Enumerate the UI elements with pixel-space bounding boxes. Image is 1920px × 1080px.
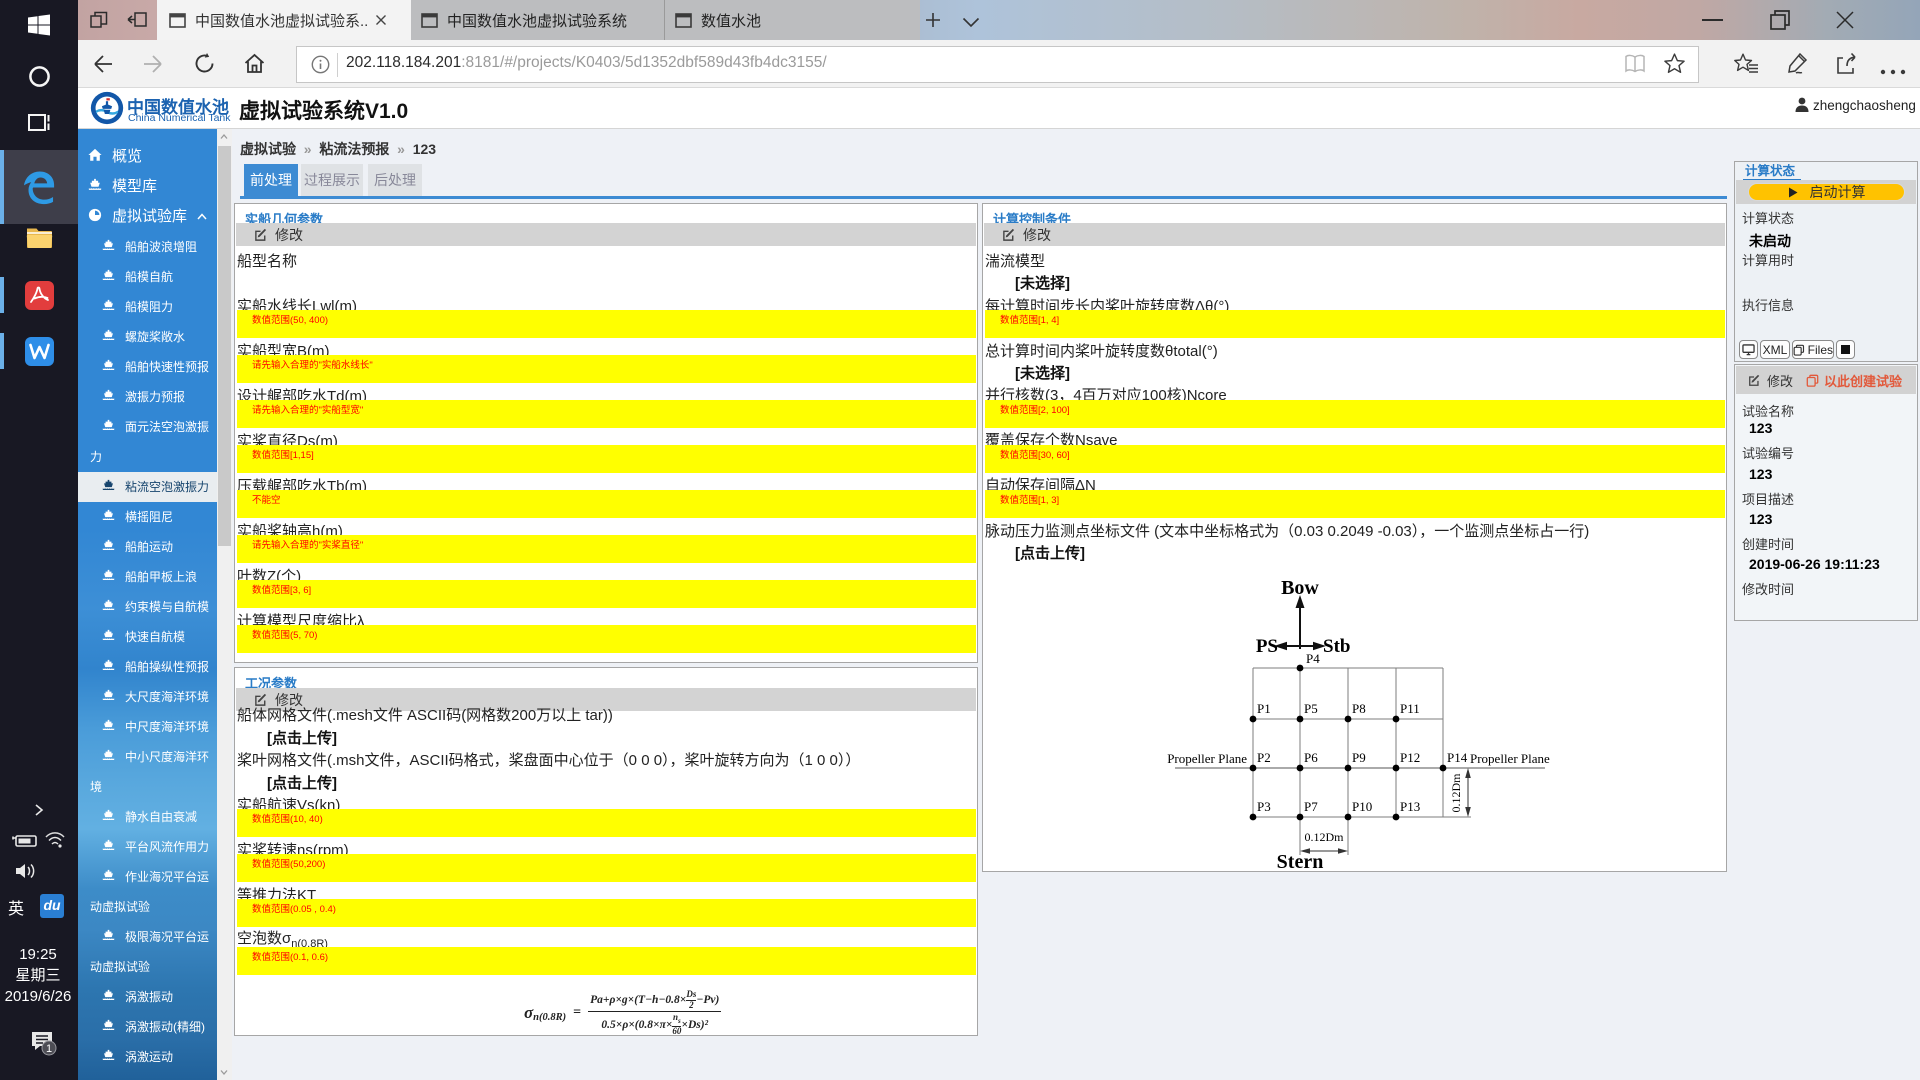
svg-text:Propeller Plane: Propeller Plane — [1470, 751, 1550, 766]
svg-text:0.12Dm: 0.12Dm — [1305, 830, 1345, 844]
svg-text:Propeller Plane: Propeller Plane — [1167, 751, 1247, 766]
svg-text:P13: P13 — [1400, 799, 1420, 814]
svg-text:P1: P1 — [1257, 701, 1271, 716]
svg-text:P10: P10 — [1352, 799, 1372, 814]
svg-text:P4: P4 — [1306, 651, 1320, 666]
svg-text:P8: P8 — [1352, 701, 1366, 716]
svg-text:0.12Dm: 0.12Dm — [1449, 773, 1463, 813]
svg-text:P9: P9 — [1352, 750, 1366, 765]
svg-text:P3: P3 — [1257, 799, 1271, 814]
svg-text:1: 1 — [46, 1043, 52, 1055]
svg-text:P2: P2 — [1257, 750, 1271, 765]
svg-text:PS: PS — [1256, 636, 1278, 657]
svg-text:P11: P11 — [1400, 701, 1420, 716]
svg-text:P6: P6 — [1304, 750, 1318, 765]
svg-text:Bow: Bow — [1281, 577, 1319, 599]
svg-text:P5: P5 — [1304, 701, 1318, 716]
svg-text:P7: P7 — [1304, 799, 1318, 814]
svg-text:Stern: Stern — [1277, 851, 1324, 873]
svg-text:P14: P14 — [1447, 750, 1468, 765]
svg-text:P12: P12 — [1400, 750, 1420, 765]
svg-text:Stb: Stb — [1323, 636, 1350, 657]
